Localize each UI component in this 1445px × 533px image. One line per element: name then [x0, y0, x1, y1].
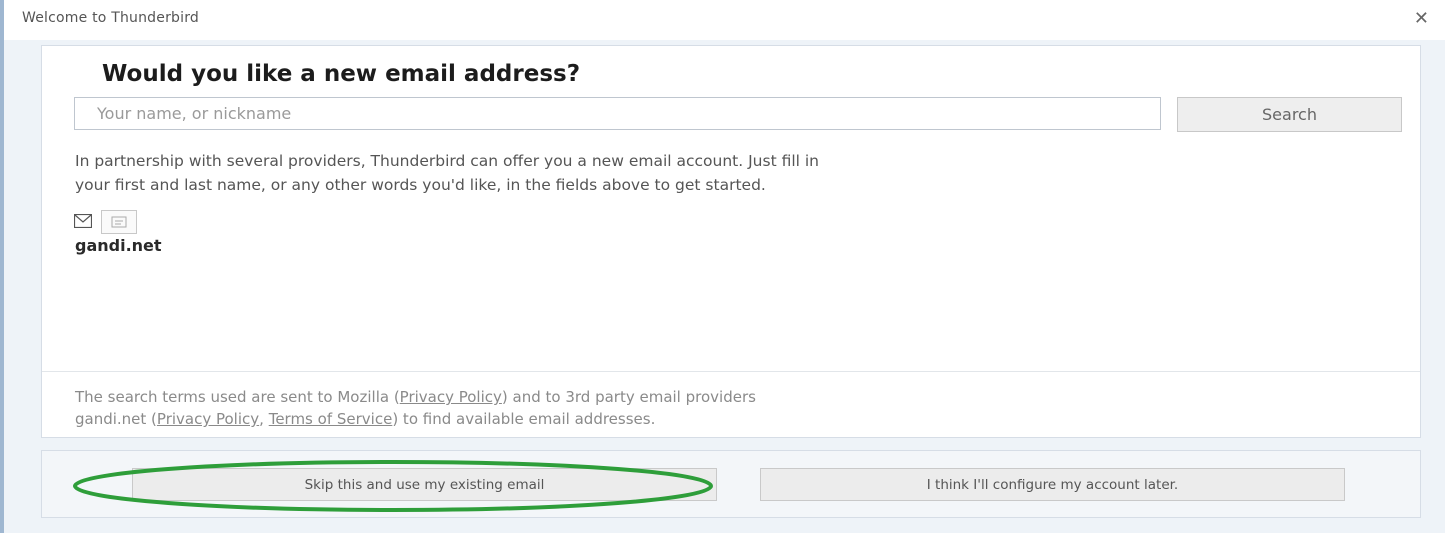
- divider: [42, 371, 1420, 372]
- action-bar: Skip this and use my existing email I th…: [41, 450, 1421, 518]
- dialog-title: Welcome to Thunderbird: [22, 10, 199, 26]
- terms-provider: gandi.net (: [75, 410, 157, 428]
- search-button[interactable]: Search: [1177, 97, 1402, 132]
- name-search-input[interactable]: [74, 97, 1161, 130]
- terms-text-1: The search terms used are sent to Mozill…: [75, 388, 400, 406]
- description-line-2: your first and last name, or any other w…: [75, 176, 766, 194]
- title-bar: Welcome to Thunderbird ✕: [4, 0, 1445, 40]
- mail-icon[interactable]: [73, 213, 93, 232]
- gandi-terms-link[interactable]: Terms of Service: [269, 410, 393, 428]
- mozilla-privacy-link[interactable]: Privacy Policy: [400, 388, 502, 406]
- provider-logo-icon[interactable]: [101, 210, 138, 234]
- terms-separator: ,: [259, 410, 269, 428]
- configure-later-button[interactable]: I think I'll configure my account later.: [760, 468, 1345, 501]
- description-line-1: In partnership with several providers, T…: [75, 152, 820, 170]
- skip-use-existing-email-button[interactable]: Skip this and use my existing email: [132, 468, 717, 501]
- welcome-dialog: Welcome to Thunderbird ✕ Would you like …: [0, 0, 1445, 533]
- page-title: Would you like a new email address?: [102, 61, 581, 87]
- close-icon[interactable]: ✕: [1414, 8, 1429, 29]
- provider-name: gandi.net: [75, 236, 162, 255]
- description-text: In partnership with several providers, T…: [75, 149, 1420, 197]
- provider-icons: [73, 210, 138, 234]
- privacy-notice: The search terms used are sent to Mozill…: [75, 386, 1415, 430]
- gandi-privacy-link[interactable]: Privacy Policy: [157, 410, 259, 428]
- terms-text-2: ) and to 3rd party email providers: [501, 388, 756, 406]
- new-email-panel: Would you like a new email address? Sear…: [41, 45, 1421, 438]
- terms-text-3: ) to find available email addresses.: [392, 410, 656, 428]
